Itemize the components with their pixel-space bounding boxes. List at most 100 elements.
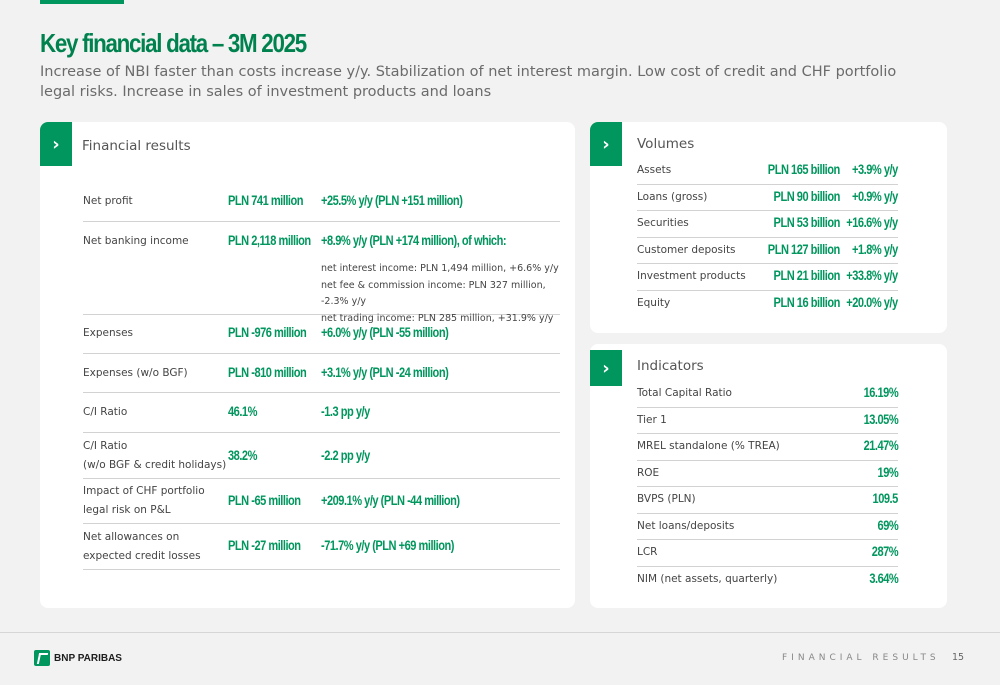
fin-value: 38.2% [228, 448, 257, 463]
slide-subtitle: Increase of NBI faster than costs increa… [40, 64, 897, 100]
volume-label: Loans (gross) [637, 190, 708, 203]
volume-change: +1.8% y/y [852, 241, 898, 257]
bnp-paribas-logo-icon [34, 650, 50, 666]
fin-value: PLN -27 million [228, 538, 301, 553]
volume-value: PLN 127 billion [768, 241, 840, 257]
fin-change: -71.7% y/y (PLN +69 million) [321, 538, 454, 553]
volume-change: +20.0% y/y [846, 294, 899, 310]
fin-value: PLN -65 million [228, 493, 301, 508]
top-accent-bar [40, 0, 124, 4]
fin-label: C/I Ratio [83, 406, 128, 418]
indicator-row-tier-1: Tier 1 13.05% [637, 408, 898, 434]
volume-row-loans: Loans (gross) PLN 90 billion +0.9% y/y [637, 185, 898, 211]
fin-value: PLN 741 million [228, 193, 304, 208]
volume-label: Investment products [637, 270, 746, 282]
nbi-detail-nii: net interest income: PLN 1,494 million, … [321, 263, 559, 274]
slide-title: Key financial data – 3M 2025 [40, 28, 307, 58]
volume-row-equity: Equity PLN 16 billion +20.0% y/y [637, 291, 898, 318]
fin-row-expenses-wo-bgf: Expenses (w/o BGF) PLN -810 million +3.1… [83, 354, 560, 393]
fin-row-ci-ratio-adjusted: C/I Ratio (w/o BGF & credit holidays) 38… [83, 433, 560, 479]
volume-value: PLN 90 billion [773, 188, 841, 204]
financial-results-card: › Financial results Net profit PLN 741 m… [40, 122, 575, 608]
volume-row-investment-products: Investment products PLN 21 billion +33.8… [637, 264, 898, 291]
footer-section-label: FINANCIAL RESULTS [782, 653, 940, 663]
volume-value: PLN 21 billion [773, 268, 841, 283]
fin-label-line: expected credit losses [83, 550, 201, 562]
volume-value: PLN 165 billion [768, 162, 840, 177]
fin-value: PLN -810 million [228, 365, 307, 380]
fin-change: +3.1% y/y (PLN -24 million) [321, 365, 449, 380]
fin-value: PLN 2,118 million [228, 233, 311, 248]
indicator-value: 21.47% [863, 438, 898, 453]
chevron-right-icon: › [590, 122, 622, 166]
fin-row-ci-ratio: C/I Ratio 46.1% -1.3 pp y/y [83, 393, 560, 433]
volume-row-deposits: Customer deposits PLN 127 billion +1.8% … [637, 238, 898, 264]
indicator-label: Total Capital Ratio [637, 387, 732, 399]
volume-label: Customer deposits [637, 243, 736, 256]
fin-row-expenses: Expenses PLN -976 million +6.0% y/y (PLN… [83, 315, 560, 354]
indicator-label: NIM (net assets, quarterly) [637, 572, 778, 585]
indicator-label: BVPS (PLN) [637, 493, 696, 505]
fin-label: Expenses (w/o BGF) [83, 367, 188, 379]
volume-label: Assets [637, 164, 672, 176]
fin-label-line: C/I Ratio [83, 440, 128, 452]
fin-row-credit-loss-allowances: Net allowances on expected credit losses… [83, 524, 560, 570]
indicator-value: 19% [877, 464, 898, 480]
volume-change: +0.9% y/y [852, 188, 898, 204]
indicator-value: 287% [871, 544, 899, 559]
bnp-paribas-logo: BNP PARIBAS [34, 650, 122, 666]
volume-row-assets: Assets PLN 165 billion +3.9% y/y [637, 158, 898, 185]
chevron-right-icon: › [40, 122, 72, 166]
indicator-value: 69% [877, 517, 898, 533]
indicator-value: 109.5 [872, 491, 899, 506]
fin-change: +6.0% y/y (PLN -55 million) [321, 325, 449, 340]
volume-change: +3.9% y/y [852, 162, 898, 177]
fin-label: Net allowances on expected credit losses [83, 528, 201, 566]
chevron-right-icon: › [590, 350, 622, 386]
indicator-value: 3.64% [869, 570, 898, 586]
indicator-row-roe: ROE 19% [637, 461, 898, 487]
fin-change: -2.2 pp y/y [321, 448, 370, 463]
fin-label: Impact of CHF portfolio legal risk on P&… [83, 482, 205, 520]
volume-value: PLN 53 billion [773, 215, 841, 230]
fin-label: Net banking income [83, 235, 189, 247]
indicator-label: Net loans/deposits [637, 519, 735, 532]
indicator-row-lcr: LCR 287% [637, 540, 898, 567]
volume-change: +16.6% y/y [846, 215, 899, 230]
fin-change: +8.9% y/y (PLN +174 million), of which: [321, 233, 507, 248]
fin-change: +209.1% y/y (PLN -44 million) [321, 493, 460, 508]
fin-label-line: Net allowances on [83, 531, 180, 543]
volume-change: +33.8% y/y [846, 268, 899, 283]
fin-row-chf-legal-risk: Impact of CHF portfolio legal risk on P&… [83, 479, 560, 524]
indicators-card: › Indicators Total Capital Ratio 16.19% … [590, 344, 947, 608]
indicators-title: Indicators [637, 358, 704, 374]
indicator-value: 16.19% [863, 385, 898, 400]
indicator-label: Tier 1 [637, 413, 667, 426]
indicator-row-bvps: BVPS (PLN) 109.5 [637, 487, 898, 514]
fin-label: Net profit [83, 195, 133, 207]
financial-results-title: Financial results [82, 138, 191, 154]
fin-value: PLN -976 million [228, 325, 307, 340]
fin-row-net-profit: Net profit PLN 741 million +25.5% y/y (P… [83, 182, 560, 222]
indicator-label: MREL standalone (% TREA) [637, 440, 780, 452]
footer-divider [0, 632, 1000, 633]
indicator-row-nim: NIM (net assets, quarterly) 3.64% [637, 567, 898, 594]
fin-label-line: legal risk on P&L [83, 504, 171, 516]
volume-value: PLN 16 billion [773, 294, 841, 310]
indicator-row-total-capital-ratio: Total Capital Ratio 16.19% [637, 381, 898, 408]
volume-label: Securities [637, 217, 689, 229]
fin-value: 46.1% [228, 404, 257, 419]
page-number: 15 [952, 652, 965, 663]
fin-label: C/I Ratio (w/o BGF & credit holidays) [83, 437, 226, 475]
fin-change: -1.3 pp y/y [321, 404, 370, 419]
indicator-value: 13.05% [863, 411, 898, 427]
indicator-label: ROE [637, 466, 660, 479]
fin-label: Expenses [83, 327, 134, 339]
fin-row-net-banking-income: Net banking income PLN 2,118 million +8.… [83, 222, 560, 324]
fin-label-line: Impact of CHF portfolio [83, 485, 205, 497]
logo-text: BNP PARIBAS [54, 652, 122, 664]
indicator-row-mrel: MREL standalone (% TREA) 21.47% [637, 434, 898, 461]
nbi-detail-fees: net fee & commission income: PLN 327 mil… [321, 279, 546, 308]
fin-label-line: (w/o BGF & credit holidays) [83, 459, 227, 471]
volume-label: Equity [637, 296, 671, 309]
